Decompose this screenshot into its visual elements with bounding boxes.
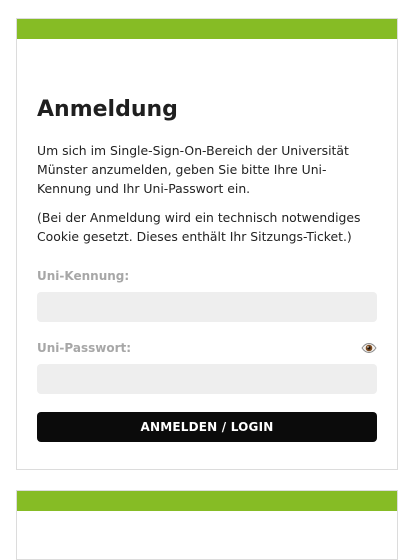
cookie-note-text: (Bei der Anmeldung wird ein technisch no… (37, 210, 361, 244)
login-card: Anmeldung Um sich im Single-Sign-On-Bere… (16, 18, 398, 470)
password-label: Uni-Passwort: (37, 341, 132, 355)
username-field-group: Uni-Kennung: (37, 268, 377, 322)
login-button[interactable]: ANMELDEN / LOGIN (37, 412, 377, 442)
secondary-card-top-bar (17, 491, 397, 511)
login-content: Anmeldung Um sich im Single-Sign-On-Bere… (17, 97, 397, 442)
password-field-group: Uni-Passwort: (37, 340, 377, 394)
username-label-row: Uni-Kennung: (37, 268, 377, 284)
password-input[interactable] (37, 364, 377, 394)
password-label-row: Uni-Passwort: (37, 340, 377, 356)
show-password-button[interactable] (361, 340, 377, 356)
username-label: Uni-Kennung: (37, 269, 130, 283)
card-top-bar (17, 19, 397, 39)
login-intro-text: Um sich im Single-Sign-On-Bereich der Un… (37, 143, 349, 196)
page-title: Anmeldung (37, 97, 178, 122)
username-input[interactable] (37, 292, 377, 322)
eye-icon (361, 343, 377, 353)
